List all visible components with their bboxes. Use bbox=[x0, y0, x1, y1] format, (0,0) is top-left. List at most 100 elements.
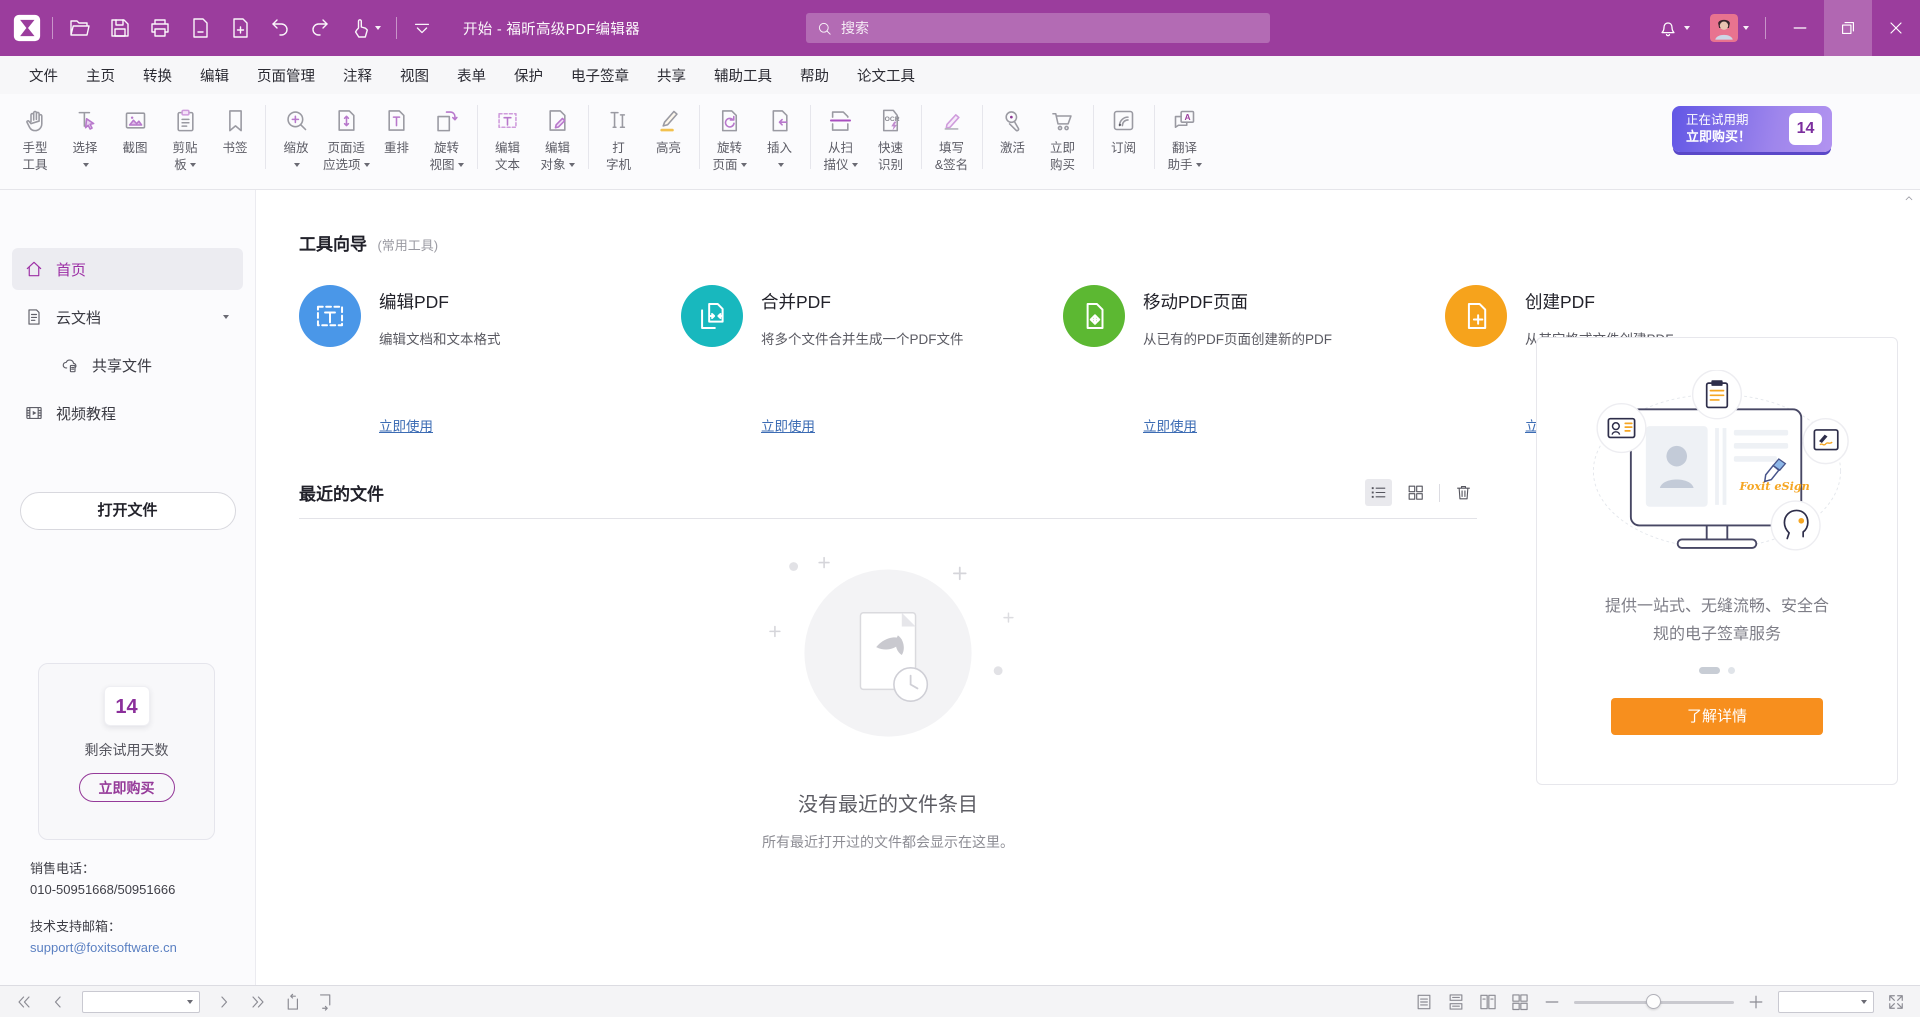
menu-tab[interactable]: 论文工具 bbox=[843, 56, 929, 95]
toolbar-button[interactable]: 编辑 对象 bbox=[533, 101, 583, 176]
trial-days-badge: 14 bbox=[1789, 113, 1822, 145]
toolbar-button-icon bbox=[283, 107, 310, 134]
quick-access-button[interactable] bbox=[303, 12, 337, 44]
quick-access-button[interactable] bbox=[343, 12, 386, 44]
toolbar-button[interactable]: 缩放 bbox=[271, 101, 321, 176]
last-page-icon[interactable] bbox=[248, 992, 268, 1012]
toolbar-button[interactable]: 旋转 视图 bbox=[422, 101, 472, 176]
toolbar-button[interactable]: 高亮 bbox=[644, 101, 694, 160]
menu-tab[interactable]: 注释 bbox=[329, 56, 386, 95]
toolbar-button[interactable]: 页面适 应选项 bbox=[321, 101, 372, 176]
scrollbar-up-icon[interactable] bbox=[1902, 191, 1916, 205]
toolbar-button[interactable]: 手型 工具 bbox=[10, 101, 60, 176]
next-page-icon[interactable] bbox=[214, 992, 234, 1012]
facing-continuous-view-icon[interactable] bbox=[1510, 992, 1530, 1012]
toolbar-button[interactable]: 插入 bbox=[755, 101, 805, 176]
menu-tab[interactable]: 转换 bbox=[129, 56, 186, 95]
menu-tab[interactable]: 共享 bbox=[643, 56, 700, 95]
zoom-out-icon[interactable] bbox=[1542, 992, 1562, 1012]
toolbar-button-icon bbox=[433, 107, 460, 134]
menu-tab[interactable]: 帮助 bbox=[786, 56, 843, 95]
next-view-icon[interactable] bbox=[316, 992, 336, 1012]
list-view-icon[interactable] bbox=[1365, 479, 1392, 506]
continuous-view-icon[interactable] bbox=[1446, 992, 1466, 1012]
carousel-dot[interactable] bbox=[1728, 667, 1735, 674]
toolbar-button[interactable]: 书签 bbox=[210, 101, 260, 160]
tools-header-subtitle: (常用工具) bbox=[377, 238, 438, 253]
quick-access-button[interactable] bbox=[143, 12, 177, 44]
menu-tab[interactable]: 视图 bbox=[386, 56, 443, 95]
user-avatar[interactable] bbox=[1710, 14, 1738, 42]
toolbar-button[interactable]: A 翻译 助手 bbox=[1160, 101, 1210, 176]
previous-page-icon[interactable] bbox=[48, 992, 68, 1012]
minimize-button[interactable] bbox=[1776, 0, 1824, 56]
sidebar-item-shared-files[interactable]: 共享文件 bbox=[12, 344, 243, 386]
toolbar-button[interactable]: 立即 购买 bbox=[1038, 101, 1088, 176]
use-now-link[interactable]: 立即使用 bbox=[1143, 415, 1332, 435]
toolbar-button[interactable]: 旋转 页面 bbox=[705, 101, 755, 176]
menu-tab[interactable]: 保护 bbox=[500, 56, 557, 95]
support-email-link[interactable]: support@foxitsoftware.cn bbox=[30, 940, 177, 955]
toolbar-button[interactable]: 订阅 bbox=[1099, 101, 1149, 160]
menu-tab[interactable]: 文件 bbox=[15, 56, 72, 95]
zoom-level-combobox[interactable] bbox=[1778, 991, 1874, 1013]
toolbar-button[interactable]: OCR 快速 识别 bbox=[866, 101, 916, 176]
buy-now-button[interactable]: 立即购买 bbox=[79, 773, 175, 802]
menu-tab[interactable]: 电子签章 bbox=[557, 56, 643, 95]
single-page-view-icon[interactable] bbox=[1414, 992, 1434, 1012]
maximize-restore-button[interactable] bbox=[1824, 0, 1872, 56]
zoom-slider[interactable] bbox=[1574, 994, 1734, 1010]
quick-access-button[interactable] bbox=[263, 12, 297, 44]
sidebar-item-home[interactable]: 首页 bbox=[12, 248, 243, 290]
toolbar-button[interactable]: 编辑 文本 bbox=[483, 101, 533, 176]
menu-tab[interactable]: 编辑 bbox=[186, 56, 243, 95]
menu-tab[interactable]: 表单 bbox=[443, 56, 500, 95]
trash-icon[interactable] bbox=[1450, 479, 1477, 506]
quick-access-button[interactable] bbox=[103, 12, 137, 44]
menu-tab[interactable]: 页面管理 bbox=[243, 56, 329, 95]
toolbar-button[interactable]: 重排 bbox=[372, 101, 422, 160]
close-button[interactable] bbox=[1872, 0, 1920, 56]
search-box[interactable] bbox=[806, 13, 1270, 43]
menu-tab-label: 页面管理 bbox=[257, 69, 315, 85]
zoom-slider-knob[interactable] bbox=[1646, 994, 1661, 1009]
dropdown-caret-icon bbox=[569, 163, 575, 167]
quick-access-button[interactable] bbox=[183, 12, 217, 44]
learn-more-button[interactable]: 了解详情 bbox=[1611, 698, 1823, 735]
menu-tab[interactable]: 辅助工具 bbox=[700, 56, 786, 95]
first-page-icon[interactable] bbox=[14, 992, 34, 1012]
use-now-link[interactable]: 立即使用 bbox=[761, 415, 964, 435]
sidebar-item-cloud-docs[interactable]: 云文档 bbox=[12, 296, 243, 338]
toolbar-button-icon bbox=[766, 107, 793, 134]
dropdown-caret-icon[interactable] bbox=[1684, 26, 1690, 30]
notifications-bell-icon[interactable] bbox=[1657, 17, 1679, 39]
trial-banner[interactable]: 正在试用期 立即购买！ 14 bbox=[1672, 106, 1832, 152]
dropdown-caret-icon[interactable] bbox=[1743, 26, 1749, 30]
toolbar-button[interactable]: 从扫 描仪 bbox=[816, 101, 866, 176]
toolbar-button[interactable]: 选择 bbox=[60, 101, 110, 176]
quick-access-button[interactable] bbox=[223, 12, 257, 44]
zoom-in-icon[interactable] bbox=[1746, 992, 1766, 1012]
previous-view-icon[interactable] bbox=[282, 992, 302, 1012]
toolbar-button[interactable]: 剪贴 板 bbox=[160, 101, 210, 176]
page-number-combobox[interactable] bbox=[82, 991, 200, 1013]
toolbar-button[interactable]: 截图 bbox=[110, 101, 160, 160]
toolbar-button-label: 截图 bbox=[122, 140, 147, 157]
toolbar-button[interactable]: 打 字机 bbox=[594, 101, 644, 176]
search-input[interactable] bbox=[841, 20, 1241, 36]
quick-access-button[interactable] bbox=[63, 12, 97, 44]
dropdown-caret-icon[interactable] bbox=[223, 315, 229, 319]
collapse-ribbon-icon[interactable] bbox=[411, 17, 433, 39]
use-now-link[interactable]: 立即使用 bbox=[379, 415, 501, 435]
sidebar-item-video-tutorials[interactable]: 视频教程 bbox=[12, 392, 243, 434]
open-file-button[interactable]: 打开文件 bbox=[20, 492, 236, 530]
grid-view-icon[interactable] bbox=[1402, 479, 1429, 506]
carousel-dot-active[interactable] bbox=[1699, 667, 1720, 674]
quick-access-icon bbox=[108, 16, 132, 40]
toolbar-button[interactable]: 填写 &签名 bbox=[927, 101, 977, 176]
toolbar-button[interactable]: 激活 bbox=[988, 101, 1038, 160]
trial-banner-line1: 正在试用期 bbox=[1686, 112, 1782, 128]
facing-view-icon[interactable] bbox=[1478, 992, 1498, 1012]
menu-tab[interactable]: 主页 bbox=[72, 56, 129, 95]
fullscreen-icon[interactable] bbox=[1886, 992, 1906, 1012]
